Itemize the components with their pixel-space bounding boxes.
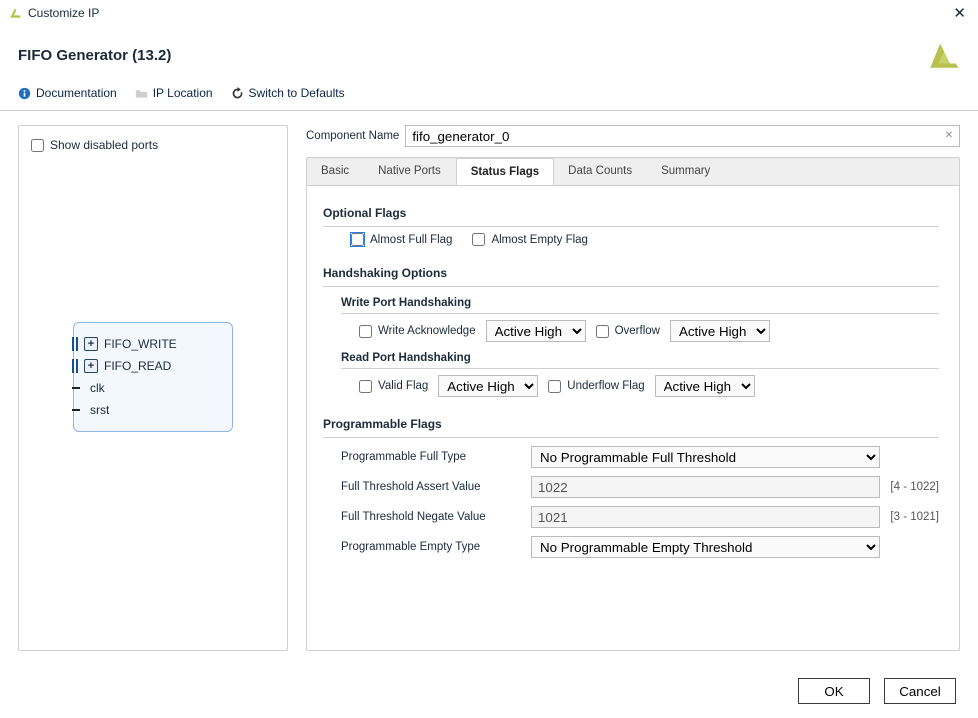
folder-icon bbox=[135, 87, 148, 100]
section-programmable-flags: Programmable Flags Programmable Full Typ… bbox=[323, 415, 939, 558]
ip-block-diagram: + FIFO_WRITE + FIFO_READ clk srst bbox=[31, 322, 275, 432]
valid-flag-checkbox[interactable]: Valid Flag bbox=[359, 380, 428, 393]
underflow-checkbox[interactable]: Underflow Flag bbox=[548, 380, 644, 393]
documentation-link[interactable]: Documentation bbox=[18, 86, 117, 100]
write-ack-label: Write Acknowledge bbox=[378, 325, 476, 337]
bus-icon bbox=[72, 337, 78, 351]
full-assert-label: Full Threshold Assert Value bbox=[341, 481, 521, 493]
valid-polarity-select[interactable]: Active High bbox=[438, 375, 538, 397]
left-panel: Show disabled ports + FIFO_WRITE + FIFO_… bbox=[18, 125, 288, 651]
almost-full-label: Almost Full Flag bbox=[370, 234, 452, 246]
prog-empty-type-label: Programmable Empty Type bbox=[341, 541, 521, 553]
almost-empty-checkbox[interactable]: Almost Empty Flag bbox=[472, 233, 588, 246]
tab-status-flags[interactable]: Status Flags bbox=[456, 158, 554, 186]
overflow-polarity-select[interactable]: Active High bbox=[670, 320, 770, 342]
titlebar: Customize IP ✕ bbox=[0, 0, 978, 24]
subsection-write-port: Write Port Handshaking bbox=[341, 297, 939, 314]
overflow-checkbox[interactable]: Overflow bbox=[596, 325, 660, 338]
expand-icon[interactable]: + bbox=[84, 337, 98, 351]
tab-data-counts[interactable]: Data Counts bbox=[554, 158, 647, 185]
tab-native-ports[interactable]: Native Ports bbox=[364, 158, 456, 185]
write-ack-polarity-select[interactable]: Active High bbox=[486, 320, 586, 342]
component-name-input[interactable] bbox=[405, 125, 960, 147]
product-logo-icon bbox=[926, 38, 960, 72]
pin-icon bbox=[72, 387, 80, 389]
show-disabled-ports-label: Show disabled ports bbox=[50, 138, 158, 152]
component-name-label: Component Name bbox=[306, 130, 399, 142]
ip-block: + FIFO_WRITE + FIFO_READ clk srst bbox=[73, 322, 233, 432]
main: Show disabled ports + FIFO_WRITE + FIFO_… bbox=[0, 111, 978, 651]
underflow-label: Underflow Flag bbox=[567, 380, 644, 392]
right-panel: Component Name ✕ Basic Native Ports Stat… bbox=[306, 125, 960, 651]
prog-full-type-select[interactable]: No Programmable Full Threshold bbox=[531, 446, 880, 468]
tab-summary[interactable]: Summary bbox=[647, 158, 725, 185]
tab-basic[interactable]: Basic bbox=[307, 158, 364, 185]
valid-flag-label: Valid Flag bbox=[378, 380, 428, 392]
tabbar: Basic Native Ports Status Flags Data Cou… bbox=[306, 157, 960, 185]
port-row[interactable]: srst bbox=[80, 399, 226, 421]
full-negate-hint: [3 - 1021] bbox=[890, 511, 939, 523]
port-row[interactable]: clk bbox=[80, 377, 226, 399]
subsection-read-port: Read Port Handshaking bbox=[341, 352, 939, 369]
expand-icon[interactable]: + bbox=[84, 359, 98, 373]
tab-body: Optional Flags Almost Full Flag Almost E… bbox=[306, 185, 960, 651]
window-title: Customize IP bbox=[28, 6, 99, 20]
ip-location-label: IP Location bbox=[153, 86, 213, 100]
bus-icon bbox=[72, 359, 78, 373]
linkbar: Documentation IP Location Switch to Defa… bbox=[0, 82, 978, 111]
almost-empty-label: Almost Empty Flag bbox=[491, 234, 588, 246]
refresh-icon bbox=[231, 87, 244, 100]
clear-icon[interactable]: ✕ bbox=[942, 128, 956, 142]
underflow-polarity-select[interactable]: Active High bbox=[655, 375, 755, 397]
almost-full-checkbox[interactable]: Almost Full Flag bbox=[351, 233, 452, 246]
section-title: Handshaking Options bbox=[323, 264, 939, 287]
full-assert-hint: [4 - 1022] bbox=[890, 481, 939, 493]
section-title: Optional Flags bbox=[323, 204, 939, 227]
full-negate-label: Full Threshold Negate Value bbox=[341, 511, 521, 523]
port-row[interactable]: + FIFO_WRITE bbox=[80, 333, 226, 355]
footer: OK Cancel bbox=[0, 664, 978, 718]
ip-location-link[interactable]: IP Location bbox=[135, 86, 213, 100]
overflow-label: Overflow bbox=[615, 325, 660, 337]
page-title: FIFO Generator (13.2) bbox=[18, 47, 171, 64]
app-icon bbox=[8, 6, 22, 20]
pin-icon bbox=[72, 409, 80, 411]
prog-full-type-label: Programmable Full Type bbox=[341, 451, 521, 463]
section-title: Programmable Flags bbox=[323, 415, 939, 438]
info-icon bbox=[18, 87, 31, 100]
prog-empty-type-select[interactable]: No Programmable Empty Threshold bbox=[531, 536, 880, 558]
port-label: srst bbox=[90, 403, 109, 417]
section-optional-flags: Optional Flags Almost Full Flag Almost E… bbox=[323, 204, 939, 246]
port-label: FIFO_READ bbox=[104, 359, 171, 373]
switch-defaults-label: Switch to Defaults bbox=[249, 86, 345, 100]
write-ack-checkbox[interactable]: Write Acknowledge bbox=[359, 325, 476, 338]
show-disabled-ports-checkbox[interactable]: Show disabled ports bbox=[31, 138, 275, 152]
port-label: FIFO_WRITE bbox=[104, 337, 177, 351]
port-row[interactable]: + FIFO_READ bbox=[80, 355, 226, 377]
component-name-row: Component Name ✕ bbox=[306, 125, 960, 147]
full-negate-input[interactable] bbox=[531, 506, 880, 528]
close-icon[interactable]: ✕ bbox=[949, 4, 970, 23]
documentation-label: Documentation bbox=[36, 86, 117, 100]
port-label: clk bbox=[90, 381, 105, 395]
switch-defaults-link[interactable]: Switch to Defaults bbox=[231, 86, 345, 100]
section-handshaking: Handshaking Options Write Port Handshaki… bbox=[323, 264, 939, 397]
ok-button[interactable]: OK bbox=[798, 678, 870, 704]
cancel-button[interactable]: Cancel bbox=[884, 678, 956, 704]
header: FIFO Generator (13.2) bbox=[0, 24, 978, 82]
full-assert-input[interactable] bbox=[531, 476, 880, 498]
tab-scroll-area[interactable]: Optional Flags Almost Full Flag Almost E… bbox=[317, 200, 949, 644]
